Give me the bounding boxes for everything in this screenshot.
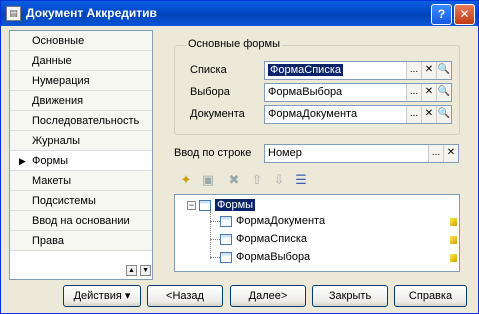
tab-numbering[interactable]: Нумерация xyxy=(10,71,152,91)
input-by-string-field[interactable]: Номер ... ✕ xyxy=(264,144,459,163)
close-button[interactable]: Закрыть xyxy=(312,285,388,307)
next-button[interactable]: Далее> xyxy=(230,285,306,307)
tab-label: Основные xyxy=(32,35,85,47)
module-icon xyxy=(450,236,457,244)
tab-movements[interactable]: Движения xyxy=(10,91,152,111)
tab-label: Нумерация xyxy=(32,75,90,87)
clear-icon[interactable]: ✕ xyxy=(443,145,458,162)
tab-scroll: ▲ ▼ xyxy=(126,263,152,276)
form-icon xyxy=(220,215,232,227)
actions-button[interactable]: Действия ▾ xyxy=(63,285,141,307)
open-icon[interactable]: 🔍 xyxy=(436,106,451,123)
document-form-field[interactable]: ФормаДокумента ... ✕ 🔍 xyxy=(264,105,452,124)
tab-templates[interactable]: Макеты xyxy=(10,171,152,191)
list-form-value: ФормаСписка xyxy=(268,64,343,76)
tab-pointer-icon: ▶ xyxy=(19,156,26,166)
close-icon[interactable]: ✕ xyxy=(454,4,475,25)
form-icon xyxy=(220,233,232,245)
tree-connector xyxy=(210,211,211,259)
tab-label: Права xyxy=(32,235,64,247)
input-by-string-label: Ввод по строке xyxy=(174,147,252,159)
choice-form-label: Выбора xyxy=(190,86,230,98)
scroll-down-icon[interactable]: ▼ xyxy=(140,265,152,276)
forms-tree: − Формы ФормаДокумента ФормаСписка Форма… xyxy=(174,194,460,272)
move-up-icon[interactable]: ⇧ xyxy=(249,172,265,188)
help-icon[interactable]: ? xyxy=(431,4,452,25)
tab-label: Макеты xyxy=(32,175,72,187)
tree-connector xyxy=(210,239,220,240)
document-form-label: Документа xyxy=(190,108,245,120)
list-form-label: Списка xyxy=(190,64,227,76)
window-title: Документ Аккредитив xyxy=(26,6,157,20)
tab-label: Данные xyxy=(32,55,72,67)
delete-form-icon[interactable]: ✖ xyxy=(226,172,242,188)
tab-subsystems[interactable]: Подсистемы xyxy=(10,191,152,211)
select-button[interactable]: ... xyxy=(428,145,443,162)
sort-icon[interactable]: ☰ xyxy=(293,172,309,188)
copy-form-icon[interactable]: ▣ xyxy=(200,172,216,188)
choice-form-value: ФормаВыбора xyxy=(268,86,343,98)
tab-rights[interactable]: Права xyxy=(10,231,152,251)
tab-journals[interactable]: Журналы xyxy=(10,131,152,151)
tab-label: Движения xyxy=(32,95,84,107)
tab-input-based[interactable]: Ввод на основании xyxy=(10,211,152,231)
scroll-up-icon[interactable]: ▲ xyxy=(126,265,137,276)
collapse-icon[interactable]: − xyxy=(187,201,196,210)
tab-forms[interactable]: ▶ Формы xyxy=(10,151,152,171)
open-icon[interactable]: 🔍 xyxy=(436,62,451,79)
clear-icon[interactable]: ✕ xyxy=(421,106,436,123)
list-form-field[interactable]: ФормаСписка ... ✕ 🔍 xyxy=(264,61,452,80)
open-icon[interactable]: 🔍 xyxy=(436,84,451,101)
tabs-panel: Основные Данные Нумерация Движения После… xyxy=(9,30,153,280)
module-icon xyxy=(450,254,457,262)
tab-label: Последовательность xyxy=(32,115,140,127)
help-button[interactable]: Справка xyxy=(394,285,467,307)
select-button[interactable]: ... xyxy=(406,62,421,79)
tree-connector xyxy=(210,257,220,258)
tree-root-label: Формы xyxy=(215,199,256,211)
tree-item-label: ФормаСписка xyxy=(236,233,307,245)
select-button[interactable]: ... xyxy=(406,106,421,123)
tab-label: Журналы xyxy=(32,135,81,147)
title-bar: ▤ Документ Аккредитив ? ✕ xyxy=(1,1,478,26)
module-icon xyxy=(450,218,457,226)
tree-item-label: ФормаВыбора xyxy=(236,251,311,263)
tree-item-document-form[interactable]: ФормаДокумента xyxy=(220,213,325,229)
tab-basic[interactable]: Основные xyxy=(10,31,152,51)
select-button[interactable]: ... xyxy=(406,84,421,101)
folder-icon xyxy=(199,199,211,211)
tab-data[interactable]: Данные xyxy=(10,51,152,71)
choice-form-field[interactable]: ФормаВыбора ... ✕ 🔍 xyxy=(264,83,452,102)
tree-item-list-form[interactable]: ФормаСписка xyxy=(220,231,307,247)
tree-root-forms[interactable]: Формы xyxy=(199,197,256,213)
move-down-icon[interactable]: ⇩ xyxy=(271,172,287,188)
form-icon xyxy=(220,251,232,263)
add-form-icon[interactable]: ✦ xyxy=(178,172,194,188)
input-by-string-value: Номер xyxy=(268,147,302,159)
clear-icon[interactable]: ✕ xyxy=(421,62,436,79)
document-form-value: ФормаДокумента xyxy=(268,108,358,120)
tree-item-choice-form[interactable]: ФормаВыбора xyxy=(220,249,310,265)
tab-label: Ввод на основании xyxy=(32,215,130,227)
tab-sequence[interactable]: Последовательность xyxy=(10,111,152,131)
back-button[interactable]: <Назад xyxy=(147,285,223,307)
group-title: Основные формы xyxy=(186,38,283,50)
window: ▤ Документ Аккредитив ? ✕ Основные Данны… xyxy=(0,0,479,314)
clear-icon[interactable]: ✕ xyxy=(421,84,436,101)
document-icon: ▤ xyxy=(6,6,21,21)
tab-label: Подсистемы xyxy=(32,195,96,207)
tree-item-label: ФормаДокумента xyxy=(236,215,326,227)
tree-connector xyxy=(210,221,220,222)
dropdown-arrow-icon: ▾ xyxy=(124,290,131,302)
actions-label: Действия xyxy=(73,290,122,302)
tab-label: Формы xyxy=(32,155,69,167)
